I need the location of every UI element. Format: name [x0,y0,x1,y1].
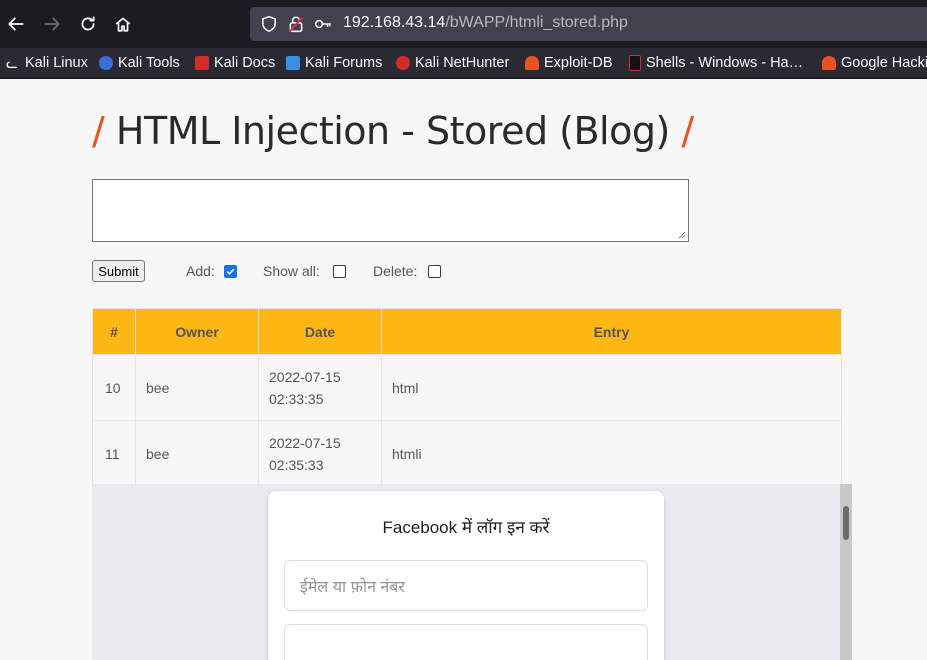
key-icon[interactable] [314,15,332,33]
shells-icon [629,55,641,71]
insecure-lock-icon[interactable] [287,15,305,33]
row-number: 10 [92,354,136,421]
kali-docs-icon [195,56,209,70]
url-path: /bWAPP/htmli_stored.php [445,14,628,31]
entry-textarea[interactable] [92,179,689,242]
reload-button[interactable] [74,10,102,38]
back-button[interactable] [2,10,30,38]
home-icon [115,17,131,32]
bookmark-exploit-db[interactable]: Exploit-DB [525,48,613,78]
password-input[interactable] [284,624,648,660]
browser-toolbar: 192.168.43.14/bWAPP/htmli_stored.php [0,0,927,48]
bookmark-label: Kali Linux [25,55,88,71]
row-date-day: 2022-07-15 [269,368,341,385]
url-bar[interactable]: 192.168.43.14/bWAPP/htmli_stored.php [250,7,927,41]
bookmark-label: Kali Forums [305,55,383,71]
injected-iframe[interactable]: Facebook में लॉग इन करें ईमेल या फ़ोन नं… [92,484,852,660]
title-text: HTML Injection - Stored (Blog) [115,109,670,153]
header-owner: Owner [135,308,259,355]
header-date: Date [258,308,382,355]
bookmark-kali-forums[interactable]: Kali Forums [286,48,382,78]
bookmark-kali-docs[interactable]: Kali Docs [195,48,275,78]
url-host: 192.168.43.14 [343,14,446,31]
bookmark-kali-linux[interactable]: ᓚ Kali Linux [6,48,88,78]
row-owner: bee [135,420,259,487]
bookmark-label: Google Hacki [841,55,927,71]
iframe-scrollbar-thumb[interactable] [843,506,849,540]
arrow-right-icon [44,17,60,31]
row-date-time: 02:33:35 [269,390,324,407]
bookmark-label: Kali NetHunter [415,55,510,71]
show-all-label: Show all: [263,263,320,279]
exploit-db-icon [525,56,539,70]
header-number: # [92,308,136,355]
show-all-checkbox[interactable] [333,265,346,278]
bookmark-label: Exploit-DB [544,55,613,71]
title-slash-left: / [92,109,105,153]
facebook-login-title: Facebook में लॉग इन करें [382,518,550,537]
add-checkbox[interactable] [224,265,237,278]
url-text[interactable]: 192.168.43.14/bWAPP/htmli_stored.php [343,14,628,32]
facebook-login-card: Facebook में लॉग इन करें ईमेल या फ़ोन नं… [268,491,664,660]
bookmark-label: Kali Tools [118,55,180,71]
row-entry: htmli [381,420,842,487]
table-row: 10 bee 2022-07-15 02:33:35 html [92,354,842,421]
bookmarks-bar: ᓚ Kali Linux Kali Tools Kali Docs Kali Fo… [0,48,927,79]
bookmark-shells[interactable]: Shells - Windows - Ha… [629,48,803,78]
bookmark-google-hacking[interactable]: Google Hacki [822,48,927,78]
bookmark-label: Shells - Windows - Ha… [646,55,804,71]
bookmark-label: Kali Docs [214,55,276,71]
email-phone-input[interactable]: ईमेल या फ़ोन नंबर [284,560,648,611]
page-title: / HTML Injection - Stored (Blog) / [92,109,694,153]
table-header-row: # Owner Date Entry [92,308,842,355]
row-date-time: 02:35:33 [269,456,324,473]
header-entry: Entry [381,308,842,355]
reload-icon [81,16,95,31]
row-date-day: 2022-07-15 [269,434,341,451]
arrow-left-icon [8,17,24,31]
row-date: 2022-07-15 02:35:33 [258,420,382,487]
page-content: / HTML Injection - Stored (Blog) / Submi… [0,79,927,660]
table-row: 11 bee 2022-07-15 02:35:33 htmli [92,420,842,487]
google-hacking-icon [822,56,836,70]
delete-checkbox[interactable] [428,265,441,278]
kali-dragon-icon: ᓚ [6,55,18,71]
kali-nethunter-icon [396,56,410,70]
row-date: 2022-07-15 02:33:35 [258,354,382,421]
delete-label: Delete: [373,263,418,279]
forward-button[interactable] [38,10,66,38]
kali-forums-icon [286,56,300,70]
add-label: Add: [186,263,215,279]
bookmark-kali-tools[interactable]: Kali Tools [99,48,180,78]
row-owner: bee [135,354,259,421]
title-slash-right: / [681,109,694,153]
resize-grip-icon[interactable] [677,230,686,239]
shield-icon[interactable] [260,15,278,33]
bookmark-kali-nethunter[interactable]: Kali NetHunter [396,48,509,78]
checkmark-icon [226,268,235,275]
home-button[interactable] [109,10,137,38]
blog-table: # Owner Date Entry 10 bee 2022-07-15 02:3… [92,308,842,487]
row-number: 11 [92,420,136,487]
kali-tools-icon [99,56,113,70]
row-entry: html [381,354,842,421]
submit-button[interactable]: Submit [92,260,145,282]
